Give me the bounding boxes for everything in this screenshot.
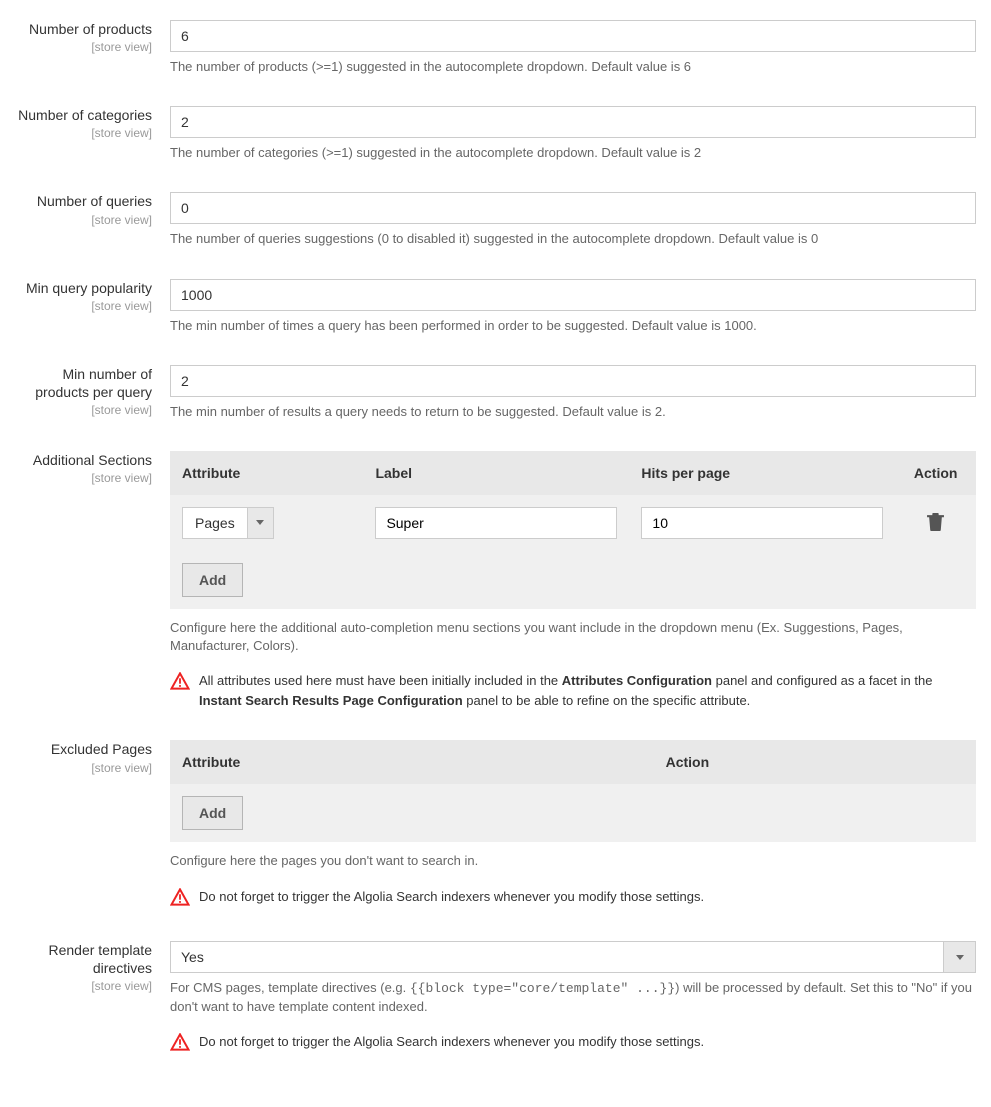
scope-label: [store view] — [15, 299, 152, 313]
label-number-of-queries: Number of queries — [15, 192, 152, 210]
warning-additional-sections: All attributes used here must have been … — [170, 671, 976, 710]
field-number-of-products: Number of products [store view] The numb… — [15, 20, 976, 76]
col-attribute: Attribute — [170, 740, 654, 784]
help-min-products-per-query: The min number of results a query needs … — [170, 403, 976, 421]
attribute-select[interactable]: Pages — [182, 507, 274, 539]
col-hits: Hits per page — [629, 451, 895, 495]
col-action: Action — [895, 451, 976, 495]
label-min-query-popularity: Min query popularity — [15, 279, 152, 297]
label-number-of-categories: Number of categories — [15, 106, 152, 124]
table-row: Pages — [170, 495, 976, 551]
field-additional-sections: Additional Sections [store view] Attribu… — [15, 451, 976, 710]
min-products-per-query-input[interactable] — [170, 365, 976, 397]
label-excluded-pages: Excluded Pages — [15, 740, 152, 758]
field-render-template-directives: Render template directives [store view] … — [15, 941, 976, 1057]
help-number-of-categories: The number of categories (>=1) suggested… — [170, 144, 976, 162]
excluded-pages-table: Attribute Action Add — [170, 740, 976, 842]
scope-label: [store view] — [15, 761, 152, 775]
table-header-row: Attribute Action — [170, 740, 976, 784]
field-number-of-queries: Number of queries [store view] The numbe… — [15, 192, 976, 248]
help-additional-sections: Configure here the additional auto-compl… — [170, 619, 976, 655]
col-attribute: Attribute — [170, 451, 363, 495]
warning-render-template: Do not forget to trigger the Algolia Sea… — [170, 1032, 976, 1057]
scope-label: [store view] — [15, 40, 152, 54]
table-header-row: Attribute Label Hits per page Action — [170, 451, 976, 495]
field-min-products-per-query: Min number of products per query [store … — [15, 365, 976, 421]
scope-label: [store view] — [15, 213, 152, 227]
trash-icon — [927, 512, 944, 534]
chevron-down-icon — [248, 507, 274, 539]
min-query-popularity-input[interactable] — [170, 279, 976, 311]
render-template-select[interactable]: Yes — [170, 941, 976, 973]
help-number-of-queries: The number of queries suggestions (0 to … — [170, 230, 976, 248]
hits-per-page-input[interactable] — [641, 507, 883, 539]
warning-excluded-pages: Do not forget to trigger the Algolia Sea… — [170, 887, 976, 912]
table-footer-row: Add — [170, 551, 976, 609]
label-min-products-per-query: Min number of products per query — [15, 365, 152, 401]
warning-icon — [170, 888, 190, 912]
scope-label: [store view] — [15, 126, 152, 140]
number-of-queries-input[interactable] — [170, 192, 976, 224]
number-of-products-input[interactable] — [170, 20, 976, 52]
add-excluded-page-button[interactable]: Add — [182, 796, 243, 830]
field-min-query-popularity: Min query popularity [store view] The mi… — [15, 279, 976, 335]
add-section-button[interactable]: Add — [182, 563, 243, 597]
help-min-query-popularity: The min number of times a query has been… — [170, 317, 976, 335]
field-number-of-categories: Number of categories [store view] The nu… — [15, 106, 976, 162]
scope-label: [store view] — [15, 471, 152, 485]
scope-label: [store view] — [15, 403, 152, 417]
label-additional-sections: Additional Sections — [15, 451, 152, 469]
warning-icon — [170, 1033, 190, 1057]
attribute-select-value: Pages — [182, 507, 248, 539]
col-action: Action — [654, 740, 976, 784]
number-of-categories-input[interactable] — [170, 106, 976, 138]
label-render-template: Render template directives — [15, 941, 152, 977]
delete-row-button[interactable] — [907, 512, 964, 534]
help-number-of-products: The number of products (>=1) suggested i… — [170, 58, 976, 76]
section-label-input[interactable] — [375, 507, 617, 539]
label-number-of-products: Number of products — [15, 20, 152, 38]
table-footer-row: Add — [170, 784, 976, 842]
warning-icon — [170, 672, 190, 696]
help-excluded-pages: Configure here the pages you don't want … — [170, 852, 976, 870]
field-excluded-pages: Excluded Pages [store view] Attribute Ac… — [15, 740, 976, 911]
col-label: Label — [363, 451, 629, 495]
chevron-down-icon — [944, 941, 976, 973]
help-render-template: For CMS pages, template directives (e.g.… — [170, 979, 976, 1016]
render-template-select-value: Yes — [170, 941, 944, 973]
scope-label: [store view] — [15, 979, 152, 993]
additional-sections-table: Attribute Label Hits per page Action Pag… — [170, 451, 976, 609]
